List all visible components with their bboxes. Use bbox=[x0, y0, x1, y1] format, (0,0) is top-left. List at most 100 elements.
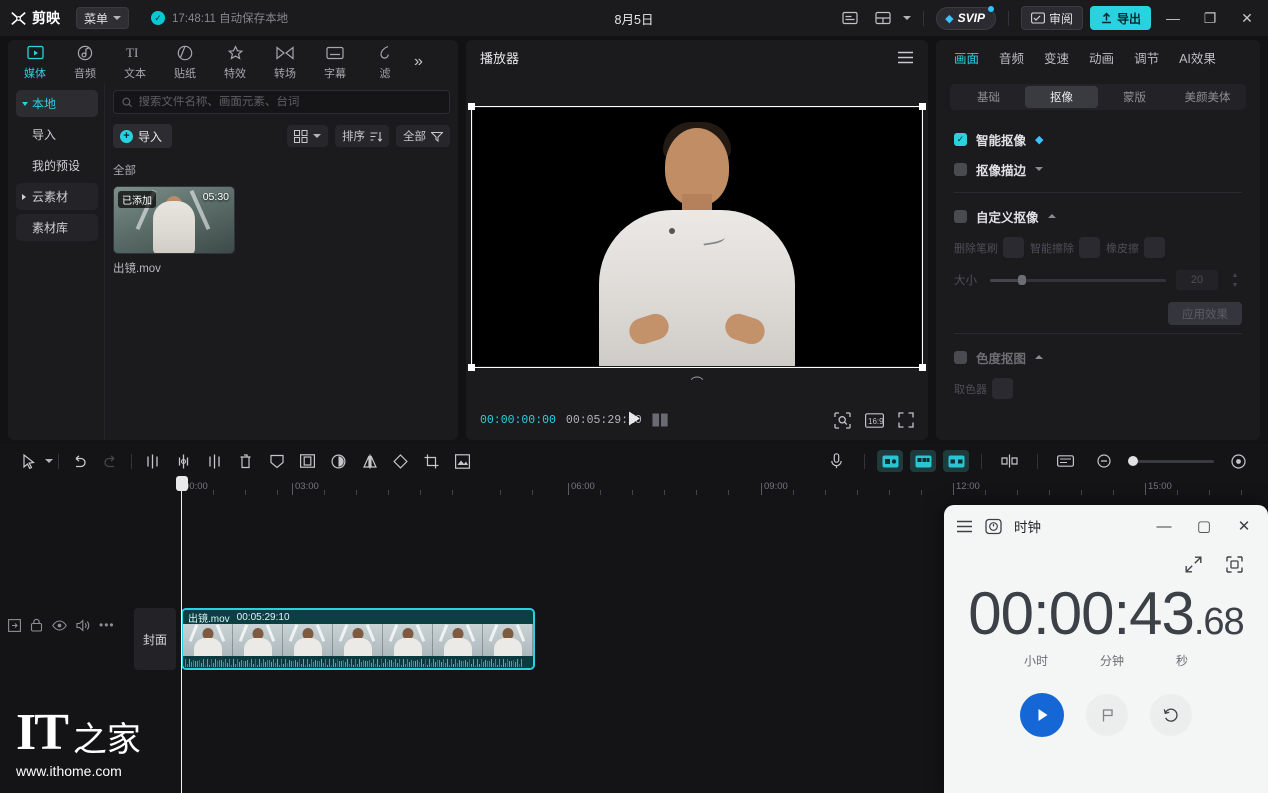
rotate-handle-icon[interactable]: ⌒ bbox=[690, 373, 703, 392]
mask-shield-icon[interactable] bbox=[261, 448, 292, 474]
eye-icon[interactable] bbox=[52, 620, 67, 631]
microphone-icon[interactable] bbox=[821, 448, 852, 474]
speed-icon[interactable] bbox=[323, 448, 354, 474]
export-button[interactable]: 导出 bbox=[1090, 6, 1151, 30]
chevron-up-icon[interactable] bbox=[1048, 214, 1056, 218]
subtab-beauty[interactable]: 美颜美体 bbox=[1171, 86, 1244, 108]
size-value[interactable]: 20 bbox=[1176, 270, 1218, 290]
cover-button[interactable]: 封面 bbox=[134, 608, 176, 670]
subtitle-layout-icon[interactable] bbox=[837, 6, 863, 30]
smart-keying-row[interactable]: ✓ 智能抠像 ◆ bbox=[954, 124, 1242, 154]
zoom-out-icon[interactable] bbox=[1088, 448, 1119, 474]
enhance-icon[interactable] bbox=[447, 448, 478, 474]
tab-subtitle[interactable]: 字幕 bbox=[310, 44, 360, 81]
video-canvas[interactable] bbox=[473, 108, 921, 366]
tab-picture[interactable]: 画面 bbox=[954, 48, 979, 67]
close-button[interactable]: ✕ bbox=[1232, 3, 1262, 33]
auto-caption-icon[interactable] bbox=[877, 450, 903, 472]
keyframe-panel-icon[interactable] bbox=[1050, 448, 1081, 474]
layout-chevron-icon[interactable] bbox=[903, 16, 911, 20]
keyframe-toggle-icon[interactable] bbox=[8, 619, 21, 632]
filter-all-button[interactable]: 全部 bbox=[396, 125, 450, 147]
tab-adjust[interactable]: 调节 bbox=[1134, 48, 1159, 67]
tab-text[interactable]: TI 文本 bbox=[110, 44, 160, 81]
crop-icon[interactable] bbox=[416, 448, 447, 474]
resize-handle-tr[interactable] bbox=[919, 103, 926, 110]
size-stepper[interactable]: ▲▼ bbox=[1228, 270, 1242, 290]
subtab-keying[interactable]: 抠像 bbox=[1025, 86, 1098, 108]
keying-stroke-row[interactable]: 抠像描边 bbox=[954, 154, 1242, 184]
sidebar-item-local[interactable]: 本地 bbox=[16, 90, 98, 117]
sidebar-item-cloud[interactable]: 云素材 bbox=[16, 183, 98, 210]
smart-erase-tool[interactable]: 智能擦除 bbox=[1030, 237, 1100, 258]
auto-edit-icon[interactable] bbox=[943, 450, 969, 472]
zoom-slider-knob[interactable] bbox=[1128, 456, 1138, 466]
rotate-icon[interactable] bbox=[385, 448, 416, 474]
custom-keying-checkbox[interactable] bbox=[954, 210, 967, 223]
chroma-key-row[interactable]: 色度抠图 bbox=[954, 342, 1242, 372]
apply-effect-button[interactable]: 应用效果 bbox=[1168, 302, 1242, 325]
view-mode-button[interactable] bbox=[287, 125, 328, 147]
keying-stroke-checkbox[interactable] bbox=[954, 163, 967, 176]
menu-button[interactable]: 菜单 bbox=[76, 7, 129, 29]
search-input[interactable] bbox=[138, 96, 441, 108]
fit-timeline-icon[interactable] bbox=[1223, 448, 1254, 474]
import-button[interactable]: + 导入 bbox=[113, 124, 172, 148]
sidebar-item-presets[interactable]: 我的预设 bbox=[16, 152, 98, 179]
timeline-clip[interactable]: 出镜.mov 00:05:29:10 bbox=[181, 608, 535, 670]
tab-effects[interactable]: 特效 bbox=[210, 44, 260, 81]
select-tool-icon[interactable] bbox=[14, 448, 45, 474]
expand-icon[interactable] bbox=[1184, 555, 1203, 574]
chevron-up-icon[interactable] bbox=[1035, 355, 1043, 359]
tab-sticker[interactable]: 贴纸 bbox=[160, 44, 210, 81]
freeze-frame-icon[interactable] bbox=[292, 448, 323, 474]
stopwatch-reset-button[interactable] bbox=[1150, 694, 1192, 736]
chroma-key-checkbox[interactable] bbox=[954, 351, 967, 364]
custom-keying-row[interactable]: 自定义抠像 bbox=[954, 201, 1242, 231]
tab-audio[interactable]: 音频 bbox=[60, 44, 110, 81]
player-menu-icon[interactable] bbox=[897, 51, 914, 64]
volume-icon[interactable] bbox=[76, 619, 90, 632]
play-button[interactable] bbox=[626, 410, 643, 430]
clock-maximize-button[interactable]: ▢ bbox=[1184, 509, 1224, 543]
maximize-button[interactable]: ❐ bbox=[1195, 3, 1225, 33]
smart-package-icon[interactable] bbox=[910, 450, 936, 472]
stopwatch-start-button[interactable] bbox=[1020, 693, 1064, 737]
tab-filter[interactable]: 滤 bbox=[360, 44, 410, 81]
search-bar[interactable] bbox=[113, 90, 450, 114]
fullscreen-icon[interactable] bbox=[898, 412, 914, 428]
timeline-ruler[interactable]: 00:00 03:00 06:00 09:00 12:00 15:00 bbox=[0, 478, 1268, 500]
size-slider[interactable] bbox=[990, 279, 1166, 282]
media-item[interactable]: 已添加 05:30 出镜.mov bbox=[113, 186, 235, 276]
magnify-frame-icon[interactable] bbox=[834, 412, 851, 429]
resize-handle-tl[interactable] bbox=[468, 103, 475, 110]
smart-keying-checkbox[interactable]: ✓ bbox=[954, 133, 967, 146]
undo-icon[interactable] bbox=[64, 448, 95, 474]
media-thumbnail[interactable]: 已添加 05:30 bbox=[113, 186, 235, 254]
tab-media[interactable]: 媒体 bbox=[10, 44, 60, 81]
timeline-zoom-slider[interactable] bbox=[1128, 460, 1214, 463]
mirror-icon[interactable] bbox=[354, 448, 385, 474]
tab-audio[interactable]: 音频 bbox=[999, 48, 1024, 67]
eraser-tool[interactable]: 橡皮擦 bbox=[1106, 237, 1165, 258]
tab-ai-effects[interactable]: AI效果 bbox=[1179, 48, 1216, 67]
sidebar-item-import[interactable]: 导入 bbox=[16, 121, 98, 148]
tab-speed[interactable]: 变速 bbox=[1044, 48, 1069, 67]
resize-handle-br[interactable] bbox=[919, 364, 926, 371]
ratio-icon[interactable]: 16:9 bbox=[865, 413, 884, 428]
chevron-down-icon[interactable] bbox=[45, 459, 53, 463]
hamburger-icon[interactable] bbox=[956, 520, 973, 533]
sidebar-item-library[interactable]: 素材库 bbox=[16, 214, 98, 241]
track-more-icon[interactable]: ••• bbox=[99, 618, 115, 632]
review-button[interactable]: 审阅 bbox=[1021, 6, 1083, 30]
subtab-mask[interactable]: 蒙版 bbox=[1098, 86, 1171, 108]
slider-knob[interactable] bbox=[1018, 275, 1026, 285]
delete-icon[interactable] bbox=[230, 448, 261, 474]
compact-view-icon[interactable] bbox=[1225, 555, 1244, 574]
split-left-icon[interactable] bbox=[137, 448, 168, 474]
color-picker-tool[interactable]: 取色器 bbox=[954, 378, 1013, 399]
lock-icon[interactable] bbox=[30, 618, 43, 632]
stopwatch-lap-button[interactable] bbox=[1086, 694, 1128, 736]
split-right-icon[interactable] bbox=[199, 448, 230, 474]
clock-close-button[interactable]: ✕ bbox=[1224, 509, 1264, 543]
